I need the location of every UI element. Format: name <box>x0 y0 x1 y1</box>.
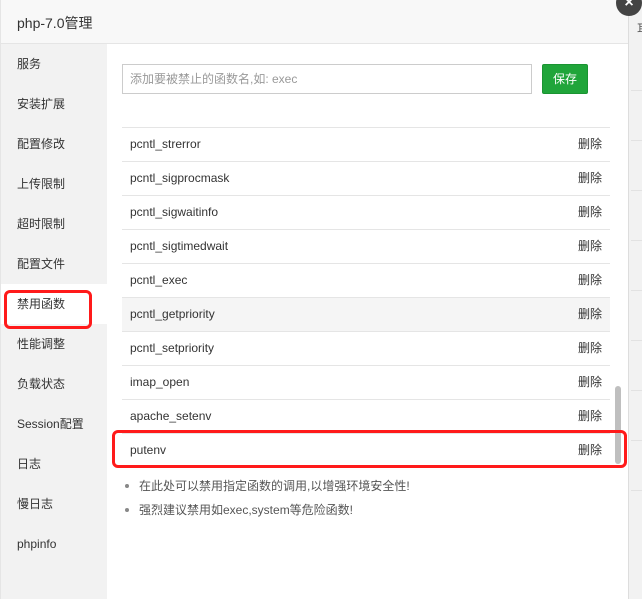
function-name: pcntl_getpriority <box>130 307 215 321</box>
sidebar-item-service[interactable]: 服务 <box>1 44 107 84</box>
function-name: apache_setenv <box>130 409 212 423</box>
sidebar-item-config-edit[interactable]: 配置修改 <box>1 124 107 164</box>
sidebar-item-timeout-limit[interactable]: 超时限制 <box>1 204 107 244</box>
background-divider <box>631 290 642 291</box>
background-divider <box>631 390 642 391</box>
disabled-functions-table[interactable]: pcntl_strerror 删除 pcntl_sigprocmask 删除 p… <box>122 110 610 468</box>
sidebar-item-load-status[interactable]: 负载状态 <box>1 364 107 404</box>
delete-link[interactable]: 删除 <box>578 366 602 399</box>
delete-link[interactable]: 删除 <box>578 264 602 297</box>
function-name: pcntl_sigtimedwait <box>130 239 229 253</box>
tip-text: 强烈建议禁用如exec,system等危险函数! <box>139 503 354 517</box>
delete-link[interactable]: 删除 <box>578 162 602 195</box>
table-row: pcntl_getpriority 删除 <box>122 297 610 331</box>
delete-link[interactable]: 删除 <box>578 400 602 433</box>
background-divider <box>631 140 642 141</box>
function-name-input[interactable] <box>122 64 532 94</box>
function-name: putenv <box>130 443 167 457</box>
table-row: putenv 删除 <box>122 433 610 467</box>
table-row: pcntl_sigtimedwait 删除 <box>122 229 610 263</box>
delete-link[interactable]: 删除 <box>578 128 602 161</box>
bullet-icon <box>125 484 129 488</box>
table-row: pcntl_setpriority 删除 <box>122 331 610 365</box>
sidebar-item-install-extension[interactable]: 安装扩展 <box>1 84 107 124</box>
sidebar-item-performance[interactable]: 性能调整 <box>1 324 107 364</box>
function-name: pcntl_strerror <box>130 137 201 151</box>
function-name: imap_open <box>130 375 190 389</box>
background-divider <box>631 340 642 341</box>
function-name: pcntl_sigwaitinfo <box>130 205 219 219</box>
php-manager-dialog: php-7.0管理 服务 安装扩展 配置修改 上传限制 超时限制 配置文件 禁用… <box>0 0 628 599</box>
background-divider <box>631 490 642 491</box>
sidebar-item-upload-limit[interactable]: 上传限制 <box>1 164 107 204</box>
save-button[interactable]: 保存 <box>542 64 588 94</box>
sidebar-item-disabled-functions[interactable]: 禁用函数 <box>1 284 107 324</box>
delete-link[interactable]: 删除 <box>578 434 602 467</box>
delete-link[interactable]: 删除 <box>578 332 602 365</box>
table-row: pcntl_sigwaitinfo 删除 <box>122 195 610 229</box>
sidebar-item-phpinfo[interactable]: phpinfo <box>1 524 107 564</box>
dialog-title-bar[interactable]: php-7.0管理 <box>1 0 628 44</box>
dialog-title: php-7.0管理 <box>17 15 93 31</box>
background-divider <box>631 190 642 191</box>
table-row: pcntl_strerror 删除 <box>122 127 610 161</box>
tip-item: 强烈建议禁用如exec,system等危险函数! <box>122 500 602 520</box>
bullet-icon <box>125 508 129 512</box>
background-page: 耳 <box>628 0 642 599</box>
table-scrollbar-thumb[interactable] <box>615 386 621 464</box>
tip-item: 在此处可以禁用指定函数的调用,以增强环境安全性! <box>122 476 602 496</box>
delete-link[interactable]: 删除 <box>578 298 602 331</box>
table-row: imap_open 删除 <box>122 365 610 399</box>
background-divider <box>631 240 642 241</box>
table-row: pcntl_exec 删除 <box>122 263 610 297</box>
function-name: pcntl_sigprocmask <box>130 171 230 185</box>
delete-link[interactable]: 删除 <box>578 196 602 229</box>
function-name: pcntl_setpriority <box>130 341 215 355</box>
table-row: pcntl_sigprocmask 删除 <box>122 161 610 195</box>
sidebar-item-config-file[interactable]: 配置文件 <box>1 244 107 284</box>
background-text-fragment: 耳 <box>637 20 642 36</box>
sidebar: 服务 安装扩展 配置修改 上传限制 超时限制 配置文件 禁用函数 性能调整 负载… <box>1 44 107 599</box>
delete-link[interactable]: 删除 <box>578 230 602 263</box>
background-divider <box>631 90 642 91</box>
sidebar-item-session-config[interactable]: Session配置 <box>1 404 107 444</box>
tip-text: 在此处可以禁用指定函数的调用,以增强环境安全性! <box>139 479 410 493</box>
sidebar-item-log[interactable]: 日志 <box>1 444 107 484</box>
function-name: pcntl_exec <box>130 273 188 287</box>
table-row: apache_setenv 删除 <box>122 399 610 433</box>
sidebar-item-slow-log[interactable]: 慢日志 <box>1 484 107 524</box>
background-divider <box>631 440 642 441</box>
